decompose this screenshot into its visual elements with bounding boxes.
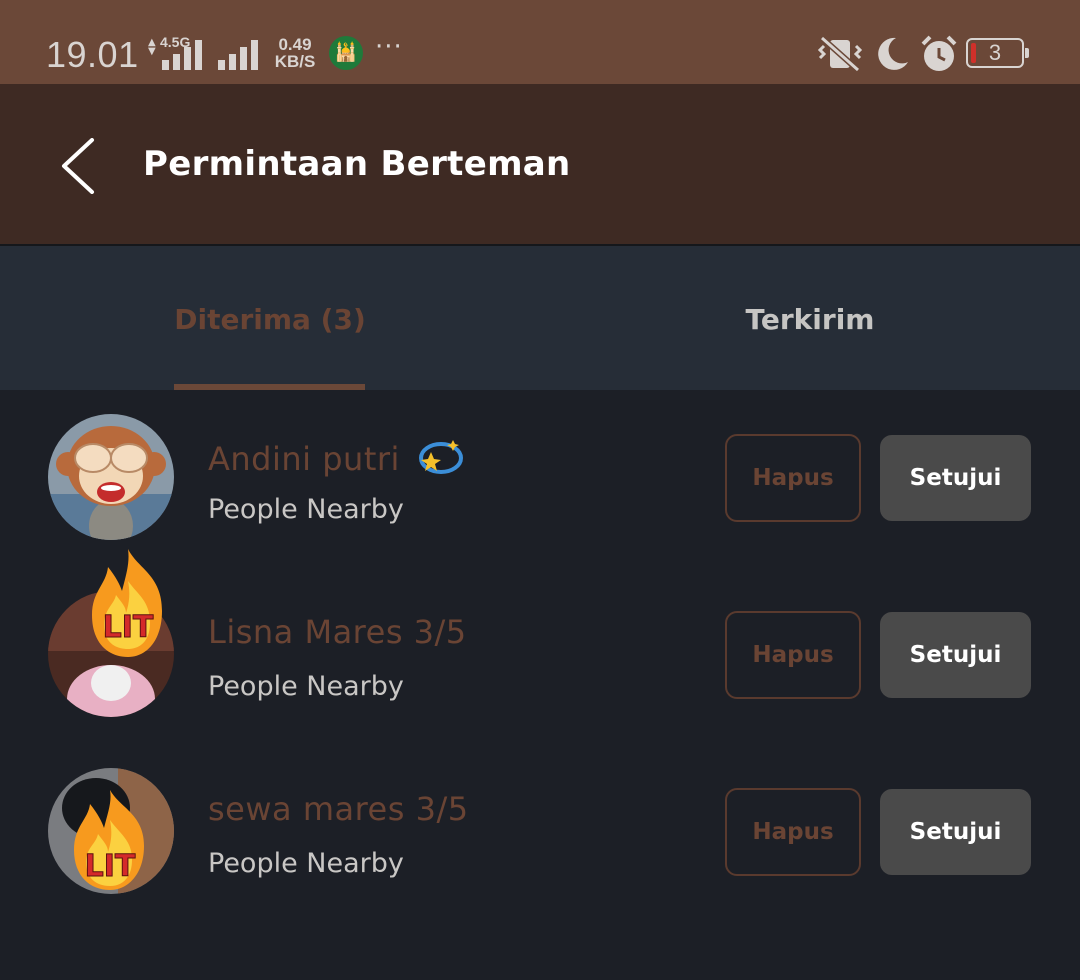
moon-icon: [878, 37, 908, 70]
tab-bar: Diterima (3) Terkirim: [0, 246, 1080, 390]
alarm-icon: [921, 35, 957, 71]
more-notifications-icon: ···: [375, 32, 403, 62]
network-speed: 0.49 KB/S: [272, 36, 318, 70]
status-right-icons: 3: [816, 34, 1036, 74]
list-item: Andini putri People Nearby Hapus Setujui: [0, 390, 1080, 567]
app-header: Permintaan Berteman: [0, 84, 1080, 244]
accept-button[interactable]: Setujui: [880, 789, 1031, 875]
request-name: Andini putri: [208, 436, 465, 478]
monkey-avatar-image: [48, 414, 174, 540]
list-item: LIT sewa mares 3/5 People Nearby Hapus S…: [0, 744, 1080, 921]
tab-sent[interactable]: Terkirim: [540, 246, 1080, 390]
request-name: sewa mares 3/5: [208, 790, 469, 828]
request-name-text: Andini putri: [208, 440, 400, 478]
page-title: Permintaan Berteman: [143, 144, 571, 184]
mosque-app-icon: 🕌: [329, 36, 363, 70]
avatar[interactable]: LIT: [48, 768, 174, 894]
status-time: 19.01: [46, 34, 139, 75]
delete-button[interactable]: Hapus: [725, 434, 861, 522]
accept-button[interactable]: Setujui: [880, 435, 1031, 521]
avatar[interactable]: [48, 414, 174, 540]
speed-value: 0.49: [278, 35, 312, 54]
lit-fire-avatar-image: LIT: [48, 768, 174, 894]
chevron-left-icon[interactable]: [58, 138, 98, 194]
svg-text:LIT: LIT: [85, 849, 136, 884]
request-name: Lisna Mares 3/5: [208, 613, 467, 651]
battery-icon: 3: [966, 38, 1029, 68]
battery-tip: [1025, 48, 1029, 58]
accept-button[interactable]: Setujui: [880, 612, 1031, 698]
lit-fire-sticker-icon: LIT: [92, 549, 162, 657]
list-item: LIT Lisna Mares 3/5 People Nearby Hapus …: [0, 549, 1080, 744]
request-source: People Nearby: [208, 848, 404, 879]
sparkle-emoji-icon: [418, 440, 463, 474]
network-indicator: ▲ ▼ 4.5G: [148, 34, 268, 74]
vibrate-off-icon: [817, 36, 863, 72]
speed-unit: KB/S: [274, 52, 316, 71]
status-bar: 19.01 ▲ ▼ 4.5G 0.49 KB/S 🕌 ··· 3: [0, 0, 1080, 84]
svg-text:LIT: LIT: [103, 610, 154, 645]
updown-arrows-icon: ▲ ▼: [148, 37, 156, 57]
request-source: People Nearby: [208, 494, 404, 525]
avatar[interactable]: LIT: [48, 549, 174, 717]
signal-icon: [162, 40, 202, 70]
tab-received[interactable]: Diterima (3): [0, 246, 540, 390]
battery-level: 3: [988, 40, 1002, 65]
delete-button[interactable]: Hapus: [725, 788, 861, 876]
request-source: People Nearby: [208, 671, 404, 702]
signal-icon: [218, 40, 258, 70]
delete-button[interactable]: Hapus: [725, 611, 861, 699]
